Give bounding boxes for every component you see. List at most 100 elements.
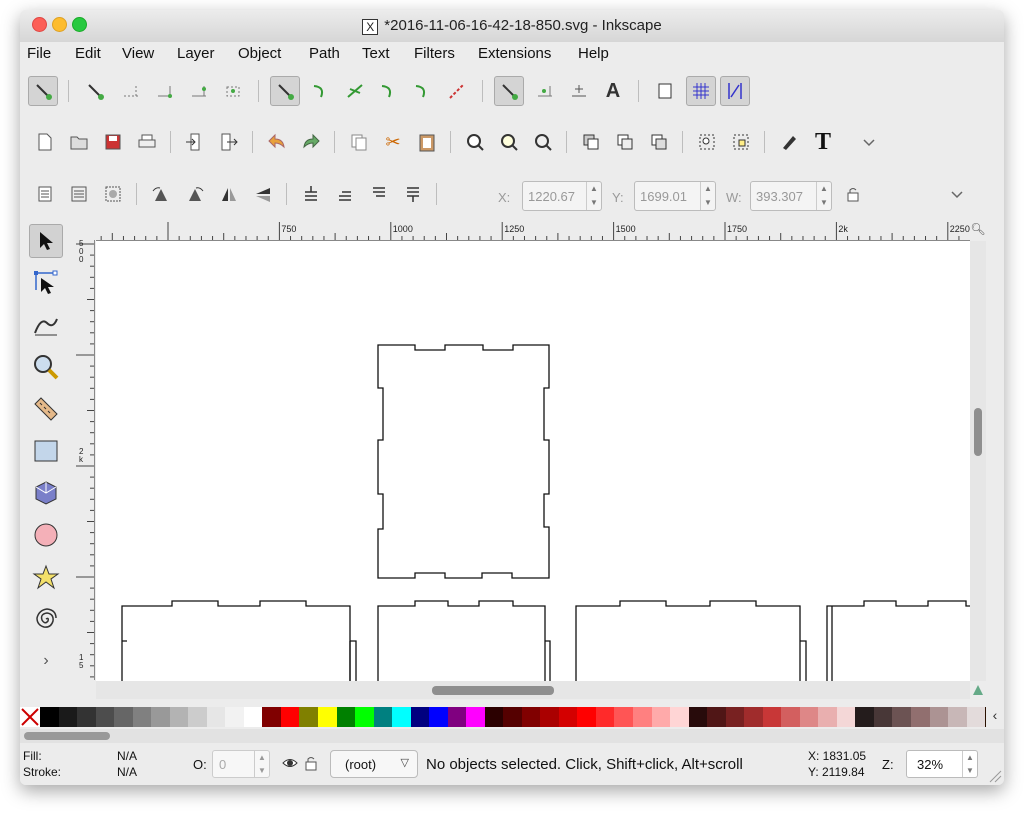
resize-grip[interactable] — [986, 767, 1002, 783]
no-paint-swatch[interactable] — [20, 707, 40, 727]
horizontal-scroll-thumb[interactable] — [432, 686, 554, 695]
snap-midpoints-button[interactable] — [442, 76, 472, 106]
zoom-field[interactable]: 32% ▲ ▼ — [906, 750, 978, 778]
selector-tool[interactable] — [29, 224, 63, 258]
color-swatch[interactable] — [633, 707, 652, 727]
3d-box-tool[interactable] — [29, 476, 63, 510]
fill-stroke-button[interactable] — [774, 127, 804, 157]
menu-help[interactable]: Help — [578, 45, 609, 62]
snap-bbox-corner-button[interactable] — [150, 76, 180, 106]
save-button[interactable] — [98, 127, 128, 157]
color-swatch[interactable] — [317, 707, 337, 727]
menu-path[interactable]: Path — [309, 45, 340, 62]
color-swatch[interactable] — [781, 707, 800, 727]
color-swatch[interactable] — [355, 707, 374, 727]
unlink-clone-button[interactable] — [644, 127, 674, 157]
ellipse-tool[interactable] — [29, 518, 63, 552]
color-swatch[interactable] — [503, 707, 522, 727]
stroke-value[interactable]: N/A — [117, 765, 137, 779]
y-field[interactable]: 1699.01 ▲ ▼ — [634, 181, 716, 211]
w-stepper-arrows[interactable]: ▲ ▼ — [816, 182, 831, 210]
color-swatch[interactable] — [762, 707, 782, 727]
color-swatch[interactable] — [707, 707, 726, 727]
color-swatch[interactable] — [114, 707, 133, 727]
x-stepper-arrows[interactable]: ▲ ▼ — [586, 182, 601, 210]
text-font-button[interactable]: T — [808, 127, 838, 157]
color-swatch[interactable] — [614, 707, 633, 727]
color-swatch[interactable] — [948, 707, 967, 727]
color-swatch[interactable] — [373, 707, 393, 727]
menu-text[interactable]: Text — [362, 45, 390, 62]
color-swatch[interactable] — [855, 707, 874, 727]
color-swatch[interactable] — [725, 707, 745, 727]
color-swatch[interactable] — [95, 707, 115, 727]
color-swatch[interactable] — [243, 707, 263, 727]
color-swatch[interactable] — [151, 707, 170, 727]
lower-to-bottom-button[interactable] — [296, 179, 326, 209]
toolbar-overflow-button-2[interactable] — [942, 179, 972, 209]
rectangle-tool[interactable] — [29, 434, 63, 468]
snap-cusp-button[interactable] — [374, 76, 404, 106]
node-tool[interactable] — [29, 266, 63, 300]
color-palette[interactable] — [20, 707, 1004, 727]
snap-others-button[interactable] — [494, 76, 524, 106]
snap-object-center-button[interactable] — [530, 76, 560, 106]
color-swatch[interactable] — [410, 707, 430, 727]
menu-view[interactable]: View — [122, 45, 154, 62]
rotate-ccw-button[interactable] — [146, 179, 176, 209]
ungroup-button[interactable] — [726, 127, 756, 157]
opacity-stepper-arrows[interactable]: ▲ ▼ — [254, 751, 269, 777]
color-swatch[interactable] — [484, 707, 504, 727]
snap-bbox-center-button[interactable] — [218, 76, 248, 106]
color-swatch[interactable] — [799, 707, 819, 727]
snap-rotation-center-button[interactable] — [564, 76, 594, 106]
x-field[interactable]: 1220.67 ▲ ▼ — [522, 181, 602, 211]
color-swatch[interactable] — [169, 707, 189, 727]
color-swatch[interactable] — [206, 707, 226, 727]
snap-paths-button[interactable] — [306, 76, 336, 106]
color-swatch[interactable] — [836, 707, 856, 727]
snap-page-border-button[interactable] — [650, 76, 680, 106]
color-swatch[interactable] — [225, 707, 244, 727]
select-all-button[interactable] — [30, 179, 60, 209]
menu-extensions[interactable]: Extensions — [478, 45, 551, 62]
color-swatch[interactable] — [262, 707, 281, 727]
snap-nodes-button[interactable] — [270, 76, 300, 106]
new-document-button[interactable] — [30, 127, 60, 157]
sticky-zoom-icon[interactable] — [970, 683, 986, 697]
group-button[interactable] — [692, 127, 722, 157]
palette-menu-button[interactable]: ‹ — [986, 707, 1004, 727]
color-swatch[interactable] — [58, 707, 78, 727]
raise-to-top-button[interactable] — [398, 179, 428, 209]
color-swatch[interactable] — [651, 707, 671, 727]
menu-file[interactable]: File — [27, 45, 51, 62]
measure-tool[interactable] — [29, 392, 63, 426]
box-panel-bottom-4[interactable] — [826, 600, 970, 681]
export-button[interactable] — [214, 127, 244, 157]
box-panel-bottom-2[interactable] — [377, 600, 551, 681]
snap-text-baseline-button[interactable]: A — [598, 76, 628, 106]
color-swatch[interactable] — [132, 707, 152, 727]
snap-smooth-button[interactable] — [408, 76, 438, 106]
snap-intersections-button[interactable] — [340, 76, 370, 106]
color-swatch[interactable] — [447, 707, 467, 727]
snap-grids-button[interactable] — [686, 76, 716, 106]
toolbar-overflow-button[interactable] — [854, 127, 884, 157]
undo-button[interactable] — [262, 127, 292, 157]
color-swatch[interactable] — [392, 707, 411, 727]
tweak-tool[interactable] — [29, 308, 63, 342]
color-swatch[interactable] — [577, 707, 596, 727]
select-all-layers-button[interactable] — [64, 179, 94, 209]
spiral-tool[interactable] — [29, 602, 63, 636]
color-swatch[interactable] — [558, 707, 578, 727]
zoom-selection-button[interactable] — [460, 127, 490, 157]
snap-bbox-button[interactable] — [80, 76, 110, 106]
print-button[interactable] — [132, 127, 162, 157]
raise-button[interactable] — [364, 179, 394, 209]
lower-button[interactable] — [330, 179, 360, 209]
color-swatch[interactable] — [595, 707, 615, 727]
rotate-cw-button[interactable] — [180, 179, 210, 209]
color-swatch[interactable] — [188, 707, 207, 727]
color-swatch[interactable] — [929, 707, 949, 727]
color-swatch[interactable] — [540, 707, 559, 727]
